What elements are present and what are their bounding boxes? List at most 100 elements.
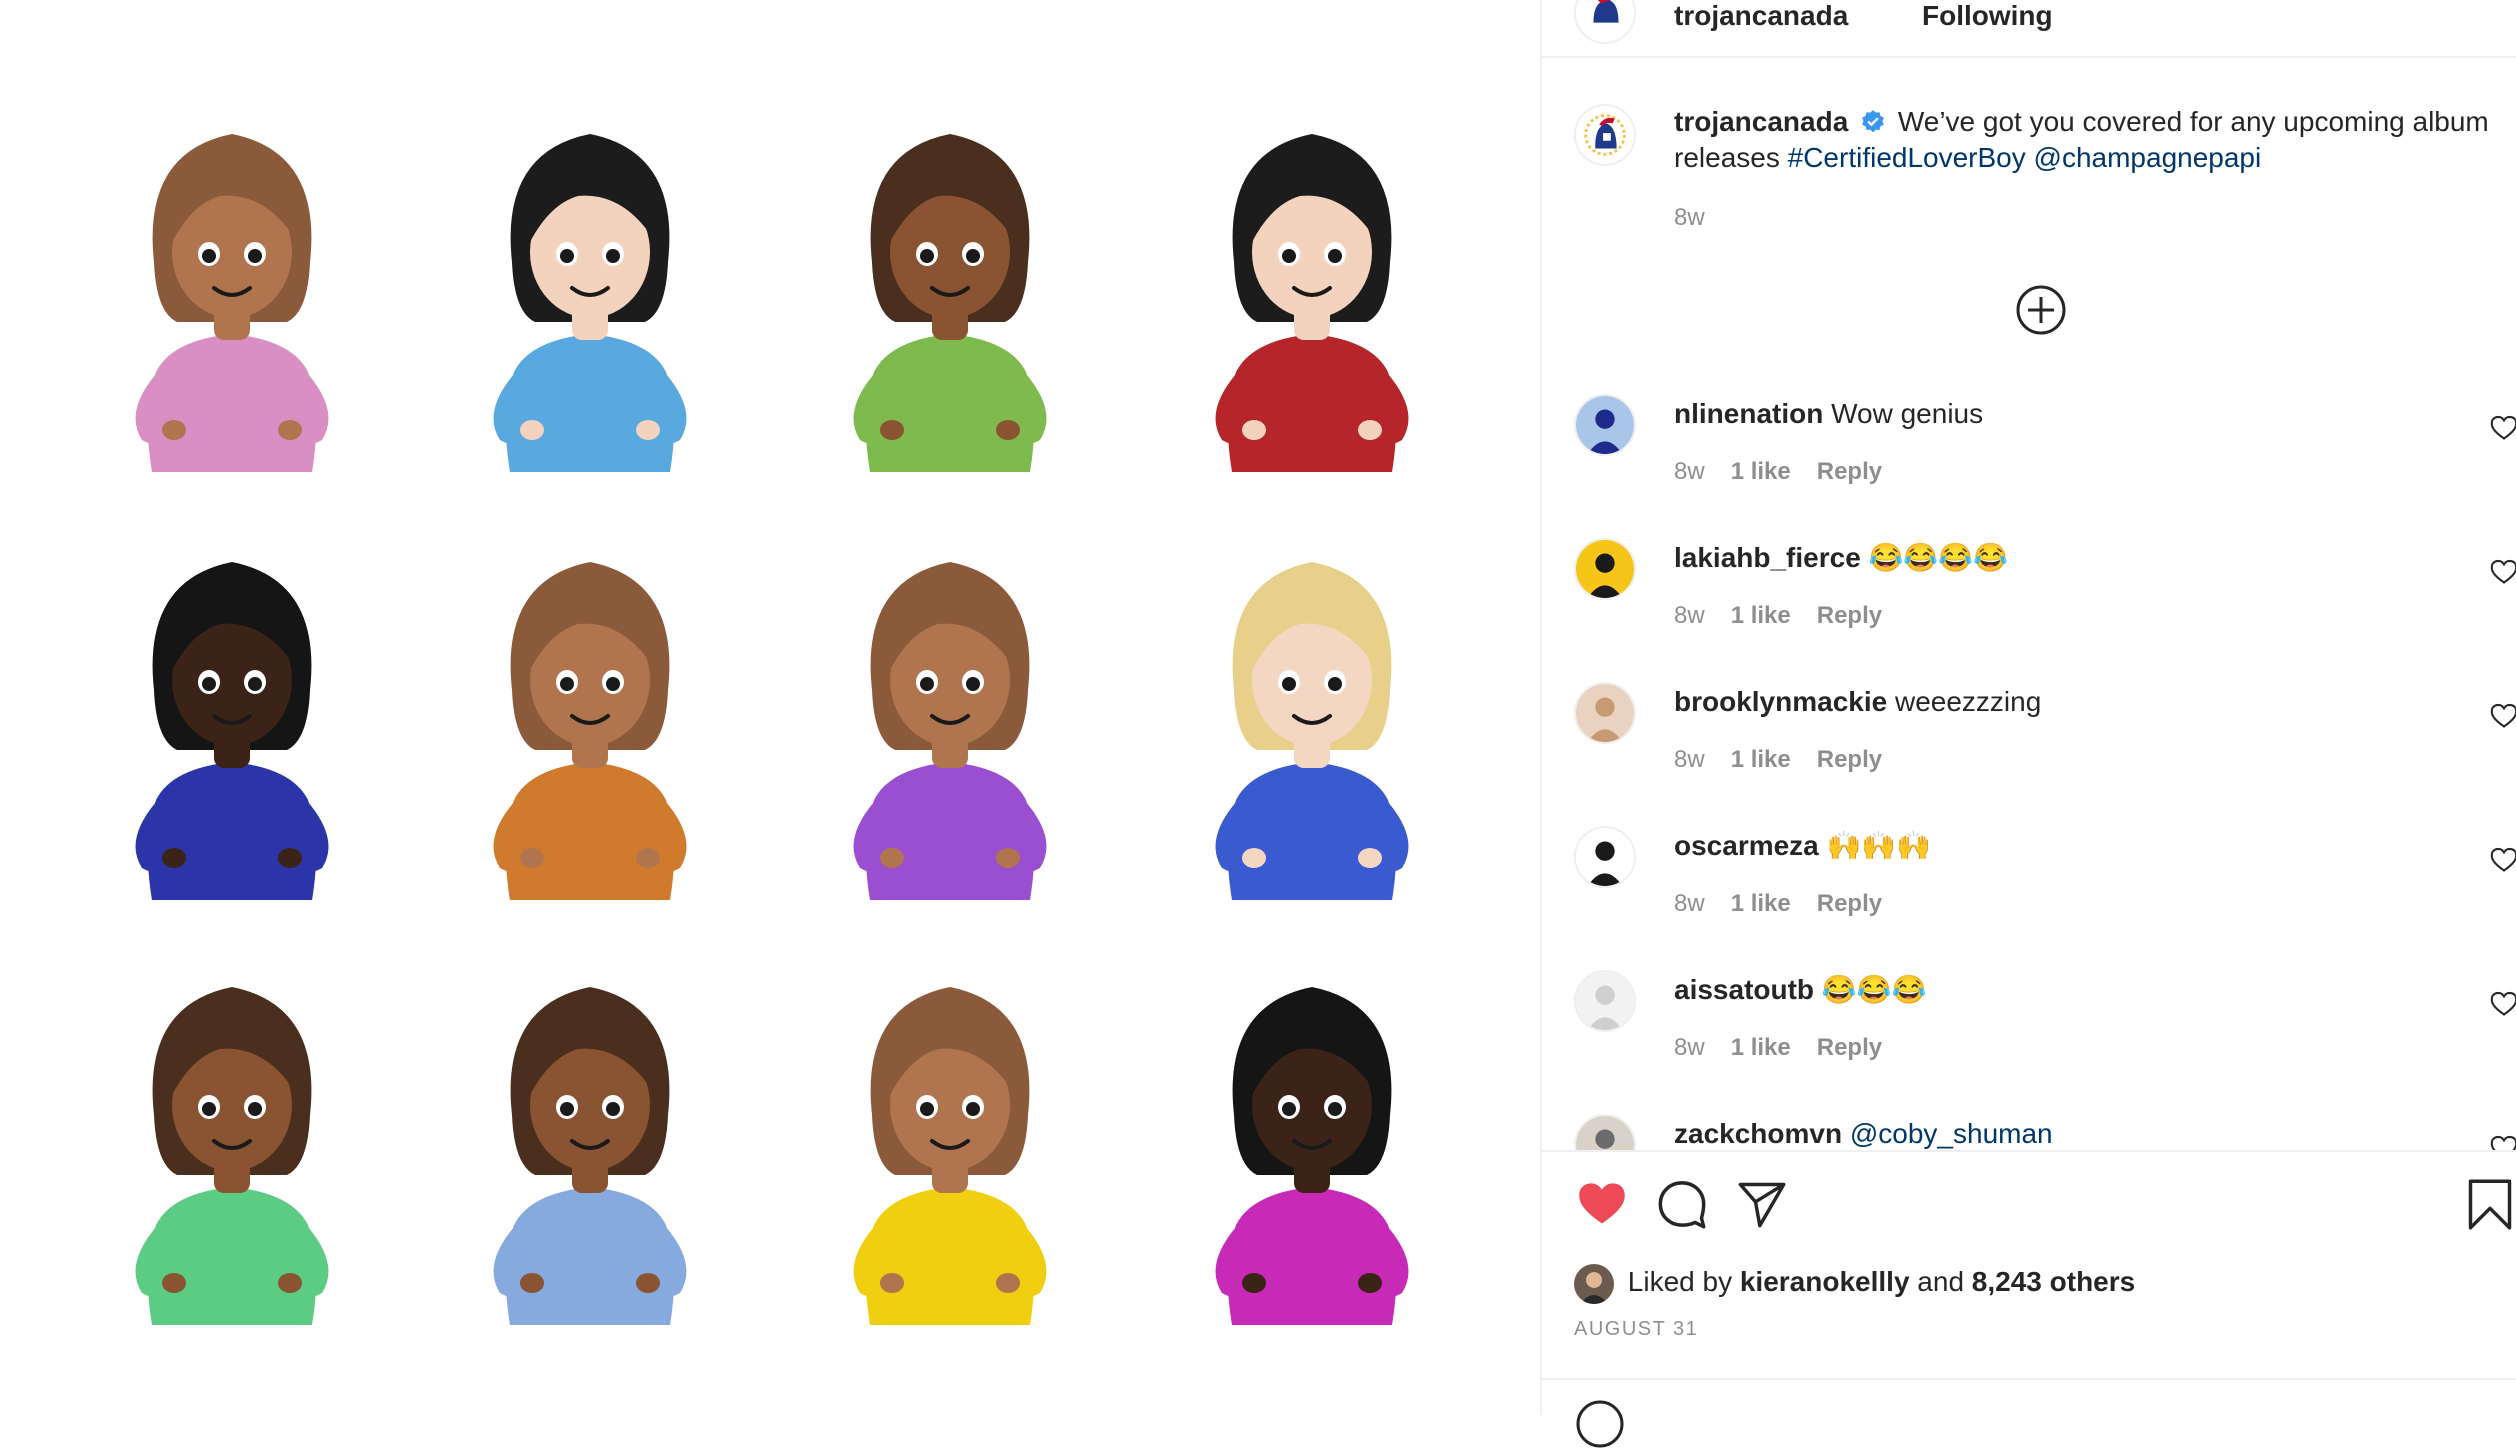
bookmark-icon	[2468, 1179, 2512, 1230]
liked-by-others[interactable]: 8,243 others	[1972, 1266, 2135, 1297]
plus-circle-icon	[2016, 285, 2066, 335]
comment-like-button[interactable]	[2490, 702, 2516, 730]
comment-text-line: aissatoutb 😂😂😂	[1674, 972, 1926, 1008]
caption-avatar[interactable]	[1574, 104, 1636, 166]
heart-outline-icon	[2490, 1135, 2516, 1150]
post-side-panel: trojancanada Following trojancanada We’v…	[1540, 0, 2516, 1448]
comment-likes[interactable]: 1 like	[1731, 1034, 1791, 1061]
caption-username[interactable]: trojancanada	[1674, 106, 1848, 137]
post-image[interactable]	[0, 0, 1540, 1415]
commenter-avatar[interactable]	[1574, 826, 1636, 888]
save-button[interactable]	[2464, 1178, 2516, 1230]
comment-username[interactable]: nlinenation	[1674, 398, 1823, 429]
comment-likes[interactable]: 1 like	[1731, 746, 1791, 773]
comment-timestamp[interactable]: 8w	[1674, 890, 1705, 917]
woman-emoji	[112, 540, 352, 900]
verified-badge-icon	[1862, 110, 1884, 133]
comment-likes[interactable]: 1 like	[1731, 890, 1791, 917]
author-avatar[interactable]	[1574, 0, 1636, 44]
heart-outline-icon	[2490, 703, 2516, 728]
reply-button[interactable]: Reply	[1817, 890, 1882, 917]
divider	[1542, 1378, 2516, 1380]
user-avatar-icon	[1576, 396, 1634, 454]
heart-outline-icon	[2490, 415, 2516, 440]
post-date[interactable]: AUGUST 31	[1574, 1318, 1698, 1341]
commenter-avatar[interactable]	[1574, 970, 1636, 1032]
comment-text: 🙌🙌🙌	[1826, 830, 1932, 861]
comment-timestamp[interactable]: 8w	[1674, 602, 1705, 629]
comment-text[interactable]: @coby_shuman	[1850, 1118, 2053, 1149]
comment-meta: 8w 1 like Reply	[1674, 458, 1908, 486]
liker-avatar[interactable]	[1574, 1263, 1614, 1304]
share-button[interactable]	[1736, 1178, 1788, 1230]
caption-timestamp[interactable]: 8w	[1674, 204, 1705, 232]
comment-text: Wow genius	[1831, 398, 1984, 429]
heart-filled-icon	[1579, 1183, 1625, 1224]
woman-emoji	[830, 112, 1070, 472]
trojan-logo-icon	[1576, 0, 1634, 42]
liked-by-user[interactable]: kieranokellly	[1740, 1266, 1910, 1297]
caption-mention[interactable]: @champagnepapi	[2034, 142, 2262, 173]
comment-like-button[interactable]	[2490, 558, 2516, 586]
comment-text-line: brooklynmackie weeezzzing	[1674, 684, 2041, 720]
woman-emoji	[112, 112, 352, 472]
caption: trojancanada We’ve got you covered for a…	[1542, 96, 2516, 246]
header-following-status[interactable]: Following	[1922, 0, 2053, 32]
woman-emoji	[470, 540, 710, 900]
woman-emoji	[470, 112, 710, 472]
caption-hashtag[interactable]: #CertifiedLoverBoy	[1788, 142, 2026, 173]
comment-username[interactable]: aissatoutb	[1674, 974, 1814, 1005]
comment-meta: 8w 1 like Reply	[1674, 1034, 1908, 1062]
comment-timestamp[interactable]: 8w	[1674, 458, 1705, 485]
comment-text: weeezzzing	[1894, 686, 2042, 717]
commenter-avatar[interactable]	[1574, 682, 1636, 744]
comment-like-button[interactable]	[2490, 846, 2516, 874]
comment-text-line: zackchomvn @coby_shuman	[1674, 1116, 2053, 1150]
comment-likes[interactable]: 1 like	[1731, 458, 1791, 485]
reply-button[interactable]: Reply	[1817, 746, 1882, 773]
emoji-picker-button[interactable]	[1574, 1398, 1626, 1450]
comments-list: nlinenation Wow genius 8w 1 like Reply lakia…	[1542, 380, 2516, 1150]
comment-like-button[interactable]	[2490, 414, 2516, 442]
comment-text: 😂😂😂😂	[1868, 542, 2009, 573]
user-avatar-icon	[1576, 972, 1634, 1030]
like-button[interactable]	[1576, 1178, 1628, 1230]
paper-plane-icon	[1738, 1182, 1786, 1228]
liked-by-prefix: Liked by	[1627, 1266, 1733, 1297]
comment-username[interactable]: brooklynmackie	[1674, 686, 1887, 717]
reply-button[interactable]: Reply	[1817, 458, 1882, 485]
reply-button[interactable]: Reply	[1817, 1034, 1882, 1061]
comment-button[interactable]	[1656, 1178, 1708, 1230]
comment-item: brooklynmackie weeezzzing 8w 1 like Reply	[1542, 668, 2516, 808]
heart-outline-icon	[2490, 991, 2516, 1016]
comment-likes[interactable]: 1 like	[1731, 602, 1791, 629]
woman-emoji	[470, 965, 710, 1325]
woman-emoji	[1192, 965, 1432, 1325]
comment-text-line: lakiahb_fierce 😂😂😂😂	[1674, 540, 2008, 576]
load-more-comments-button[interactable]	[2015, 284, 2067, 336]
comment-like-button[interactable]	[2490, 1134, 2516, 1150]
commenter-avatar[interactable]	[1574, 538, 1636, 600]
commenter-avatar[interactable]	[1574, 1114, 1636, 1150]
comment-like-button[interactable]	[2490, 990, 2516, 1018]
woman-emoji	[830, 540, 1070, 900]
heart-outline-icon	[2490, 847, 2516, 872]
user-avatar-icon	[1576, 828, 1634, 886]
header-username[interactable]: trojancanada	[1674, 0, 1848, 32]
comment-text: 😂😂😂	[1821, 974, 1927, 1005]
comment-timestamp[interactable]: 8w	[1674, 1034, 1705, 1061]
speech-bubble-icon	[1658, 1181, 1706, 1229]
reply-button[interactable]: Reply	[1817, 602, 1882, 629]
comment-username[interactable]: oscarmeza	[1674, 830, 1819, 861]
comment-item: zackchomvn @coby_shuman	[1542, 1100, 2516, 1150]
woman-emoji	[1192, 112, 1432, 472]
comment-timestamp[interactable]: 8w	[1674, 746, 1705, 773]
comment-username[interactable]: lakiahb_fierce	[1674, 542, 1861, 573]
comment-username[interactable]: zackchomvn	[1674, 1118, 1842, 1149]
comment-item: oscarmeza 🙌🙌🙌 8w 1 like Reply	[1542, 812, 2516, 952]
commenter-avatar[interactable]	[1574, 394, 1636, 456]
comment-text-line: oscarmeza 🙌🙌🙌	[1674, 828, 1931, 864]
comment-item: aissatoutb 😂😂😂 8w 1 like Reply	[1542, 956, 2516, 1096]
caption-text: trojancanada We’ve got you covered for a…	[1674, 104, 2494, 176]
woman-emoji	[112, 965, 352, 1325]
